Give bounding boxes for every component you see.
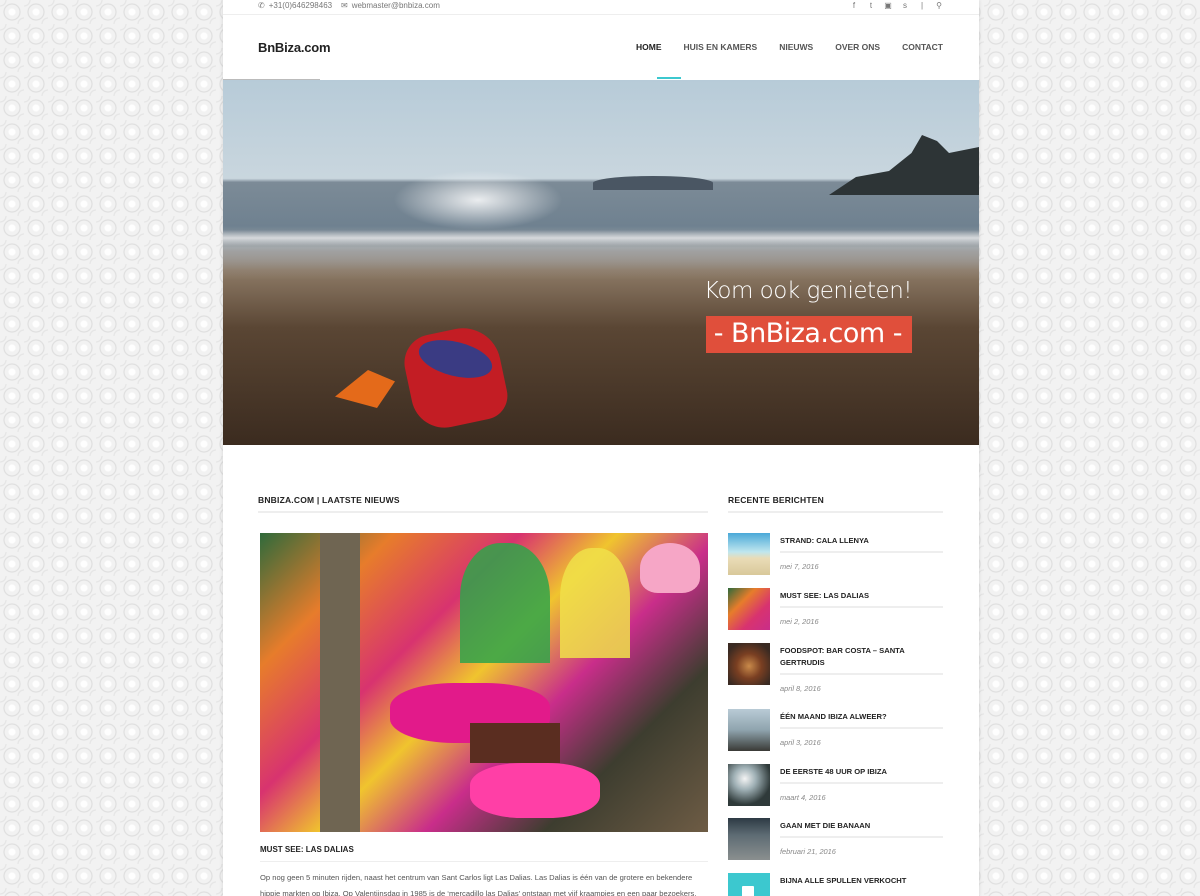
beach-bucket (399, 321, 512, 434)
phone-icon: ✆ (258, 1, 265, 10)
post-thumbnail[interactable] (728, 873, 770, 896)
wall-panel (560, 548, 630, 658)
low-table (470, 723, 560, 763)
hero-banner: Kom ook genieten! - BnBiza.com - (223, 80, 979, 445)
divider (780, 727, 943, 729)
recent-post-title[interactable]: GAAN MET DIE BANAAN (780, 820, 940, 832)
phone-number: +31(0)646298463 (268, 1, 333, 10)
divider (260, 861, 708, 862)
divider (258, 511, 708, 513)
sun-glare (393, 170, 563, 230)
post-thumbnail[interactable] (728, 588, 770, 630)
social-links: f t ▣ s | ⚲ (850, 1, 943, 10)
nav-item-contact[interactable]: CONTACT (902, 42, 943, 52)
divider (728, 511, 943, 513)
facebook-icon[interactable]: f (850, 1, 858, 10)
recent-post-title[interactable]: BIJNA ALLE SPULLEN VERKOCHT (780, 875, 940, 887)
recent-post-title[interactable]: FOODSPOT: BAR COSTA – SANTA GERTRUDIS (780, 645, 940, 669)
cliff (829, 135, 979, 195)
site-logo[interactable]: BnBiza.com (258, 40, 331, 55)
featured-post-excerpt: Op nog geen 5 minuten rijden, naast het … (260, 873, 697, 896)
palm-trunk (320, 533, 360, 832)
recent-post-date: april 3, 2016 (780, 738, 821, 747)
instagram-icon[interactable]: ▣ (884, 1, 892, 10)
recent-post-date: februari 21, 2016 (780, 847, 836, 856)
main-nav: HOME HUIS EN KAMERS NIEUWS OVER ONS CONT… (614, 42, 943, 52)
recent-post-title[interactable]: STRAND: CALA LLENYA (780, 535, 940, 547)
nav-item-nieuws[interactable]: NIEUWS (779, 42, 813, 52)
cushion (470, 763, 600, 818)
divider (780, 673, 943, 675)
nav-item-huis-en-kamers[interactable]: HUIS EN KAMERS (684, 42, 758, 52)
hero-caption: Kom ook genieten! - BnBiza.com - (703, 278, 913, 353)
page: ✆ +31(0)646298463 ✉ webmaster@bnbiza.com… (223, 0, 979, 896)
skype-icon[interactable]: s (901, 1, 909, 10)
island (593, 176, 713, 190)
wall-panel (460, 543, 550, 663)
search-icon[interactable]: ⚲ (935, 1, 943, 10)
mail-icon: ✉ (341, 1, 348, 10)
document-icon (742, 886, 754, 896)
twitter-icon[interactable]: t (867, 1, 875, 10)
divider (780, 551, 943, 553)
recent-post-date: maart 4, 2016 (780, 793, 826, 802)
wet-sand (223, 252, 979, 280)
recent-post-date: mei 2, 2016 (780, 617, 819, 626)
phone-contact[interactable]: ✆ +31(0)646298463 (258, 1, 332, 10)
divider (780, 836, 943, 838)
beach-shovel (335, 370, 395, 408)
recent-posts-title: RECENTE BERICHTEN (728, 495, 824, 505)
nav-item-over-ons[interactable]: OVER ONS (835, 42, 880, 52)
hero-badge: - BnBiza.com - (705, 316, 912, 353)
lantern (640, 543, 700, 593)
email-contact[interactable]: ✉ webmaster@bnbiza.com (341, 1, 440, 10)
wave-foam (223, 230, 979, 246)
top-bar: ✆ +31(0)646298463 ✉ webmaster@bnbiza.com… (223, 0, 979, 15)
active-nav-indicator (657, 77, 681, 79)
site-header: BnBiza.com HOME HUIS EN KAMERS NIEUWS OV… (223, 15, 979, 79)
recent-post-title[interactable]: ÉÉN MAAND IBIZA ALWEER? (780, 711, 940, 723)
recent-post-title[interactable]: MUST SEE: LAS DALIAS (780, 590, 940, 602)
nav-item-home[interactable]: HOME (636, 42, 662, 52)
email-address: webmaster@bnbiza.com (351, 1, 440, 10)
post-thumbnail[interactable] (728, 818, 770, 860)
featured-post-title[interactable]: MUST SEE: LAS DALIAS (260, 845, 354, 854)
divider: | (920, 1, 924, 10)
news-section-title: BNBIZA.COM | LAATSTE NIEUWS (258, 495, 400, 505)
post-thumbnail[interactable] (728, 709, 770, 751)
divider (780, 782, 943, 784)
post-thumbnail[interactable] (728, 764, 770, 806)
hero-tagline: Kom ook genieten! (703, 278, 913, 304)
post-thumbnail[interactable] (728, 533, 770, 575)
recent-post-date: april 8, 2016 (780, 684, 821, 693)
divider (780, 606, 943, 608)
post-thumbnail[interactable] (728, 643, 770, 685)
recent-post-title[interactable]: DE EERSTE 48 UUR OP IBIZA (780, 766, 940, 778)
featured-post-image[interactable] (260, 533, 708, 832)
recent-post-date: mei 7, 2016 (780, 562, 819, 571)
